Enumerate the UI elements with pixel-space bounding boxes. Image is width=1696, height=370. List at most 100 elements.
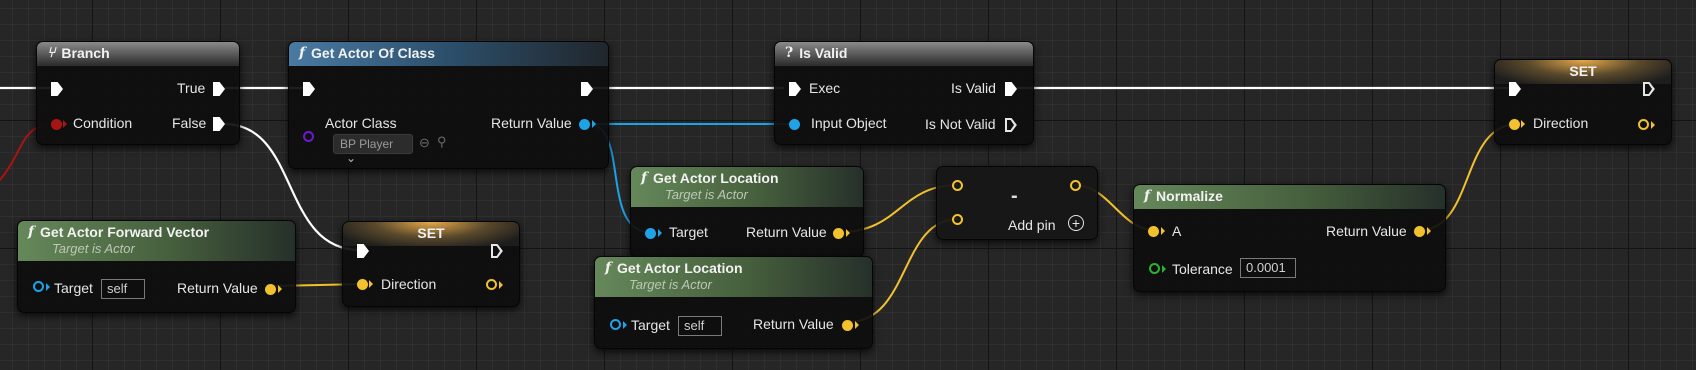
actor-class-pin[interactable] <box>303 131 314 142</box>
set-right-output-pin[interactable] <box>1638 119 1649 130</box>
branch-true-pin[interactable] <box>213 82 225 96</box>
set-right-output-arrow <box>1651 121 1655 129</box>
set-right-exec-in-pin[interactable] <box>1509 82 1521 96</box>
set-right-header: SET <box>1495 60 1671 84</box>
is-valid-valid-pin[interactable] <box>1005 82 1017 96</box>
forward-target-value: self <box>107 281 128 296</box>
set-right-title: SET <box>1569 63 1597 79</box>
forward-target-input[interactable]: self <box>101 279 145 299</box>
set-right-direction-pin[interactable] <box>1509 119 1520 130</box>
normalize-tolerance-pin[interactable] <box>1149 263 1160 274</box>
subtract-a-pin[interactable] <box>952 180 963 191</box>
location-2-target-arrow <box>623 321 627 329</box>
browse-search-icon[interactable]: ⚲ <box>437 134 447 150</box>
set-left-direction-pin[interactable] <box>357 279 368 290</box>
question-icon: ? <box>785 45 794 61</box>
get-actor-of-class-title: Get Actor Of Class <box>311 45 435 61</box>
set-left-direction-arrow <box>369 280 373 288</box>
set-direction-node-right[interactable]: SET Direction <box>1494 59 1672 145</box>
is-valid-node[interactable]: ? Is Valid Exec Is Valid Input Object Is… <box>774 41 1034 145</box>
set-left-title: SET <box>417 225 445 241</box>
chevron-down-icon: ⌄ <box>346 151 357 165</box>
normalize-node[interactable]: f Normalize A Return Value Tolerance 0.0… <box>1133 184 1446 292</box>
get-actor-of-class-node[interactable]: f Get Actor Of Class Actor Class BP Play… <box>288 41 609 169</box>
location-1-target-pin[interactable] <box>645 228 656 239</box>
use-selected-icon[interactable]: ⊖ <box>419 135 430 151</box>
plus-circle-icon[interactable]: + <box>1068 215 1084 231</box>
is-valid-title: Is Valid <box>799 45 848 61</box>
location-1-return-arrow <box>846 229 850 237</box>
actor-location-2-header: f Get Actor Location Target is Actor <box>595 257 872 297</box>
forward-vector-title: Get Actor Forward Vector <box>40 224 210 240</box>
location-2-return-pin[interactable] <box>842 320 853 331</box>
branch-header: ⑂ Branch <box>37 42 239 66</box>
set-right-direction-label: Direction <box>1533 115 1589 131</box>
add-pin-label[interactable]: Add pin <box>1008 217 1055 233</box>
is-valid-input-label: Input Object <box>811 115 887 131</box>
set-direction-node-left[interactable]: SET Direction <box>342 221 520 307</box>
actor-location-node-2[interactable]: f Get Actor Location Target is Actor Tar… <box>594 256 873 349</box>
normalize-return-arrow <box>1427 227 1431 235</box>
branch-condition-pin[interactable] <box>51 119 62 130</box>
set-left-exec-out-pin[interactable] <box>491 244 503 258</box>
normalize-a-label: A <box>1172 223 1182 239</box>
get-actor-of-class-header: f Get Actor Of Class <box>289 42 608 66</box>
function-icon: f <box>28 224 35 240</box>
actor-location-node-1[interactable]: f Get Actor Location Target is Actor Tar… <box>630 166 864 258</box>
normalize-tolerance-arrow <box>1162 265 1166 273</box>
subtract-b-pin[interactable] <box>952 214 963 225</box>
function-icon: f <box>1144 188 1151 204</box>
location-2-target-input[interactable]: self <box>678 316 722 336</box>
actor-location-1-title: Get Actor Location <box>653 170 779 186</box>
location-2-target-value: self <box>684 318 705 333</box>
actor-class-dropdown[interactable]: BP Player ⌄ <box>333 134 413 165</box>
location-1-target-label: Target <box>669 224 708 240</box>
normalize-a-pin[interactable] <box>1148 226 1159 237</box>
normalize-return-pin[interactable] <box>1414 226 1425 237</box>
actor-location-1-header: f Get Actor Location Target is Actor <box>631 167 863 207</box>
forward-vector-node[interactable]: f Get Actor Forward Vector Target is Act… <box>17 220 296 313</box>
normalize-tolerance-input[interactable]: 0.0001 <box>1240 258 1296 278</box>
forward-return-pin[interactable] <box>265 284 276 295</box>
branch-exec-in-pin[interactable] <box>51 82 63 96</box>
branch-node[interactable]: ⑂ Branch True Condition False <box>36 41 240 145</box>
normalize-tolerance-value: 0.0001 <box>1246 260 1286 275</box>
branch-false-pin[interactable] <box>213 117 225 131</box>
is-valid-exec-label: Exec <box>809 80 841 96</box>
set-left-output-arrow <box>499 281 503 289</box>
is-valid-not-valid-pin[interactable] <box>1005 118 1017 132</box>
actor-location-1-subtitle: Target is Actor <box>665 187 748 202</box>
get-actor-return-pin[interactable] <box>579 119 590 130</box>
actor-class-value: BP Player <box>340 137 394 151</box>
set-left-direction-label: Direction <box>381 276 437 292</box>
is-valid-header: ? Is Valid <box>775 42 1033 66</box>
actor-class-label: Actor Class <box>325 115 397 131</box>
location-1-return-pin[interactable] <box>833 228 844 239</box>
location-1-target-arrow <box>658 229 662 237</box>
function-icon: f <box>605 260 612 276</box>
is-valid-not-valid-label: Is Not Valid <box>925 116 996 132</box>
subtract-out-pin[interactable] <box>1070 180 1081 191</box>
set-left-output-pin[interactable] <box>486 279 497 290</box>
forward-return-arrow <box>278 285 282 293</box>
is-valid-exec-in-pin[interactable] <box>789 82 801 96</box>
normalize-a-arrow <box>1161 227 1165 235</box>
branch-condition-label: Condition <box>73 115 133 131</box>
branch-title: Branch <box>61 45 110 61</box>
forward-target-pin[interactable] <box>33 281 44 292</box>
set-right-exec-out-pin[interactable] <box>1643 82 1655 96</box>
forward-return-label: Return Value <box>177 280 258 296</box>
forward-vector-subtitle: Target is Actor <box>52 241 135 256</box>
forward-target-arrow <box>46 283 50 291</box>
branch-true-label: True <box>177 80 206 96</box>
set-left-exec-in-pin[interactable] <box>357 244 369 258</box>
location-2-target-pin[interactable] <box>610 319 621 330</box>
set-left-header: SET <box>343 222 519 246</box>
is-valid-input-pin[interactable] <box>789 119 800 130</box>
subtract-node[interactable]: - Add pin + <box>936 166 1098 240</box>
location-2-return-label: Return Value <box>753 316 834 332</box>
set-right-direction-arrow <box>1521 120 1525 128</box>
get-actor-exec-in-pin[interactable] <box>303 82 315 96</box>
get-actor-exec-out-pin[interactable] <box>581 82 593 96</box>
get-actor-return-label: Return Value <box>491 115 572 131</box>
